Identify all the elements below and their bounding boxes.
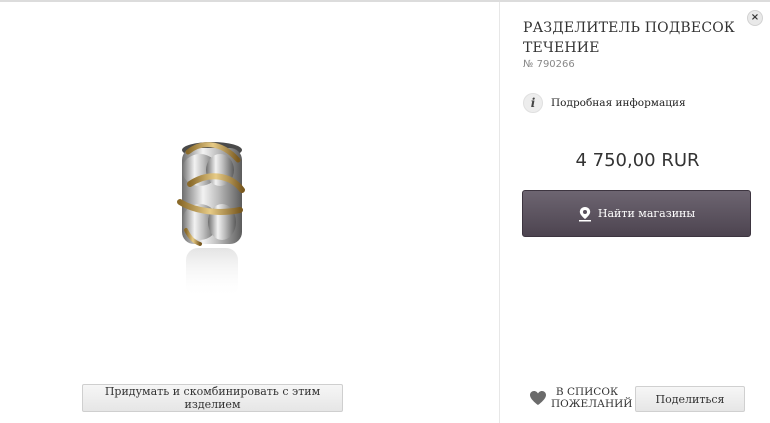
map-pin-icon — [578, 206, 591, 221]
product-image-pane: Придумать и скомбинировать с этим издели… — [0, 2, 500, 423]
find-stores-label: Найти магазины — [597, 207, 696, 220]
product-quickview-modal: Придумать и скомбинировать с этим издели… — [0, 0, 770, 423]
combine-with-item-button[interactable]: Придумать и скомбинировать с этим издели… — [82, 384, 343, 412]
heart-icon — [530, 391, 546, 405]
product-title: РАЗДЕЛИТЕЛЬ ПОДВЕСОК ТЕЧЕНИЕ — [523, 20, 735, 56]
share-button[interactable]: Поделиться — [635, 386, 745, 412]
wishlist-label: В СПИСОК ПОЖЕЛАНИЙ — [551, 386, 633, 410]
info-icon: i — [523, 93, 543, 113]
product-sku: № 790266 — [523, 59, 575, 70]
close-icon[interactable]: × — [747, 10, 763, 26]
add-to-wishlist-link[interactable]: В СПИСОК ПОЖЕЛАНИЙ — [529, 386, 633, 410]
product-details-pane: × РАЗДЕЛИТЕЛЬ ПОДВЕСОК ТЕЧЕНИЕ № 790266 … — [501, 2, 770, 423]
detailed-info-link[interactable]: i Подробная информация — [523, 92, 686, 114]
product-price: 4 750,00 RUR — [575, 150, 700, 171]
find-stores-button[interactable]: Найти магазины — [522, 190, 751, 237]
detailed-info-label: Подробная информация — [551, 97, 686, 109]
product-image — [177, 142, 245, 298]
